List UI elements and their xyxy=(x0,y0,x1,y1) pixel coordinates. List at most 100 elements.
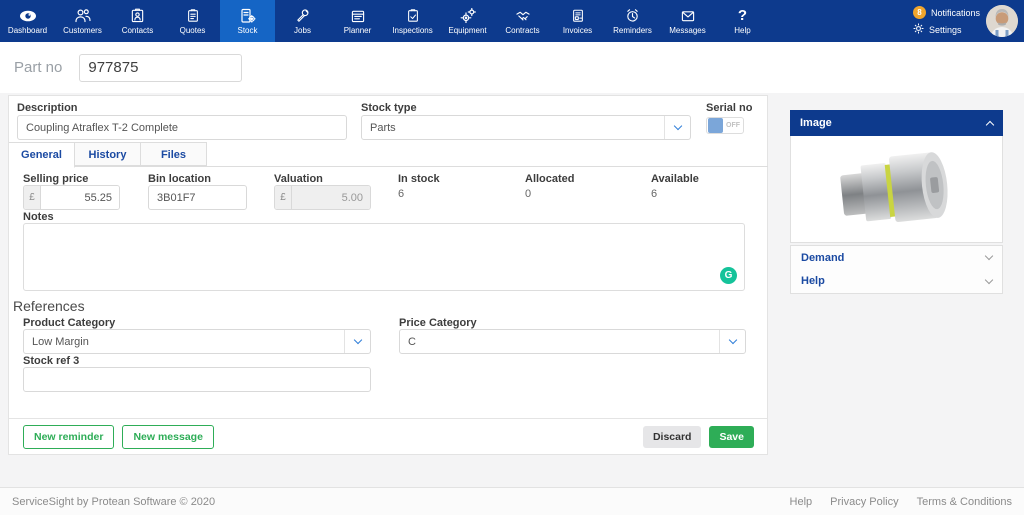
image-panel-title: Image xyxy=(800,117,832,129)
in-stock-label: In stock xyxy=(398,173,440,185)
notes-label: Notes xyxy=(23,211,54,223)
help-panel-header[interactable]: Help xyxy=(790,269,1003,294)
stock-type-select[interactable]: Parts xyxy=(361,115,691,140)
contacts-icon xyxy=(130,8,145,24)
customers-icon xyxy=(75,8,91,24)
planner-icon xyxy=(350,8,366,24)
notifications-button[interactable]: 8 Notifications xyxy=(913,6,980,19)
reminders-icon xyxy=(625,8,640,24)
nav-item-label: Jobs xyxy=(294,26,311,35)
card-action-bar: New reminder New message Discard Save xyxy=(9,418,767,455)
tab-history[interactable]: History xyxy=(75,142,141,166)
copyright-text: ServiceSight by Protean Software © 2020 xyxy=(12,496,215,508)
stock-type-value: Parts xyxy=(362,122,664,134)
new-message-button[interactable]: New message xyxy=(122,425,213,449)
demand-panel-header[interactable]: Demand xyxy=(790,245,1003,270)
inspections-icon xyxy=(406,8,420,24)
nav-item-label: Customers xyxy=(63,26,102,35)
notifications-badge: 8 xyxy=(913,6,926,19)
stock-ref3-input[interactable] xyxy=(23,367,371,392)
available-label: Available xyxy=(651,173,699,185)
toggle-knob xyxy=(708,118,723,133)
price-category-value: C xyxy=(400,336,719,348)
messages-icon xyxy=(680,8,696,24)
settings-label: Settings xyxy=(929,25,962,35)
demand-panel-title: Demand xyxy=(801,252,844,264)
notes-textarea[interactable]: G xyxy=(23,223,745,291)
gear-icon xyxy=(913,23,924,36)
nav-item-inspections[interactable]: Inspections xyxy=(385,0,440,42)
in-stock-value: 6 xyxy=(398,188,404,200)
nav-right-zone: 8 Notifications Settings xyxy=(913,0,980,42)
help-icon: ? xyxy=(738,8,747,24)
nav-item-invoices[interactable]: Invoices xyxy=(550,0,605,42)
selling-price-input[interactable]: £ 55.25 xyxy=(23,185,120,210)
description-label: Description xyxy=(17,102,78,114)
nav-item-label: Quotes xyxy=(180,26,206,35)
part-no-input[interactable] xyxy=(79,54,242,82)
nav-item-messages[interactable]: Messages xyxy=(660,0,715,42)
nav-item-contacts[interactable]: Contacts xyxy=(110,0,165,42)
nav-item-planner[interactable]: Planner xyxy=(330,0,385,42)
dashboard-icon xyxy=(19,8,37,24)
discard-button[interactable]: Discard xyxy=(643,426,702,448)
currency-prefix: £ xyxy=(275,186,292,209)
nav-item-label: Contacts xyxy=(122,26,154,35)
user-avatar[interactable] xyxy=(986,5,1018,37)
nav-item-label: Contracts xyxy=(505,26,539,35)
bin-location-input[interactable] xyxy=(148,185,247,210)
allocated-value: 0 xyxy=(525,188,531,200)
nav-item-label: Equipment xyxy=(448,26,486,35)
available-value: 6 xyxy=(651,188,657,200)
quotes-icon xyxy=(186,8,200,24)
stock-ref3-label: Stock ref 3 xyxy=(23,355,79,367)
chevron-down-icon xyxy=(664,116,690,139)
tab-general[interactable]: General xyxy=(9,142,75,168)
nav-item-label: Planner xyxy=(344,26,372,35)
nav-item-quotes[interactable]: Quotes xyxy=(165,0,220,42)
footer-link-privacy-policy[interactable]: Privacy Policy xyxy=(830,496,898,508)
stock-type-label: Stock type xyxy=(361,102,417,114)
references-heading: References xyxy=(13,298,85,314)
nav-item-reminders[interactable]: Reminders xyxy=(605,0,660,42)
part-no-label: Part no xyxy=(14,59,62,76)
nav-item-contracts[interactable]: Contracts xyxy=(495,0,550,42)
jobs-icon xyxy=(295,8,310,24)
nav-item-jobs[interactable]: Jobs xyxy=(275,0,330,42)
top-navbar: Dashboard Customers Contacts Quotes Stock Job… xyxy=(0,0,1024,42)
nav-item-label: Help xyxy=(734,26,750,35)
part-number-row: Part no xyxy=(0,42,1024,93)
product-image xyxy=(790,136,1003,243)
footer-link-terms-conditions[interactable]: Terms & Conditions xyxy=(917,496,1012,508)
save-button[interactable]: Save xyxy=(709,426,754,448)
nav-item-dashboard[interactable]: Dashboard xyxy=(0,0,55,42)
product-category-select[interactable]: Low Margin xyxy=(23,329,371,354)
nav-item-equipment[interactable]: Equipment xyxy=(440,0,495,42)
settings-button[interactable]: Settings xyxy=(913,23,980,36)
image-panel-header[interactable]: Image xyxy=(790,110,1003,136)
description-input[interactable] xyxy=(17,115,347,140)
nav-item-customers[interactable]: Customers xyxy=(55,0,110,42)
price-category-label: Price Category xyxy=(399,317,477,329)
footer-link-help[interactable]: Help xyxy=(790,496,813,508)
serial-no-label: Serial no xyxy=(706,102,752,114)
price-category-select[interactable]: C xyxy=(399,329,746,354)
chevron-down-icon xyxy=(344,330,370,353)
grammarly-icon[interactable]: G xyxy=(720,267,737,284)
coupling-photo-placeholder xyxy=(834,140,960,238)
tab-files[interactable]: Files xyxy=(141,142,207,166)
nav-items: Dashboard Customers Contacts Quotes Stock Job… xyxy=(0,0,770,42)
nav-item-help[interactable]: ? Help xyxy=(715,0,770,42)
nav-item-label: Inspections xyxy=(392,26,432,35)
stock-detail-card: Description Stock type Parts Serial no O… xyxy=(8,95,768,455)
invoices-icon xyxy=(571,8,585,24)
stock-icon xyxy=(240,8,256,24)
nav-item-stock[interactable]: Stock xyxy=(220,0,275,42)
chevron-down-icon xyxy=(985,275,993,283)
new-reminder-button[interactable]: New reminder xyxy=(23,425,114,449)
bin-location-label: Bin location xyxy=(148,173,211,185)
detail-tabs: General History Files xyxy=(9,142,768,167)
serial-no-toggle[interactable]: OFF xyxy=(706,117,744,134)
footer-links: Help Privacy Policy Terms & Conditions xyxy=(790,496,1012,508)
product-category-label: Product Category xyxy=(23,317,115,329)
